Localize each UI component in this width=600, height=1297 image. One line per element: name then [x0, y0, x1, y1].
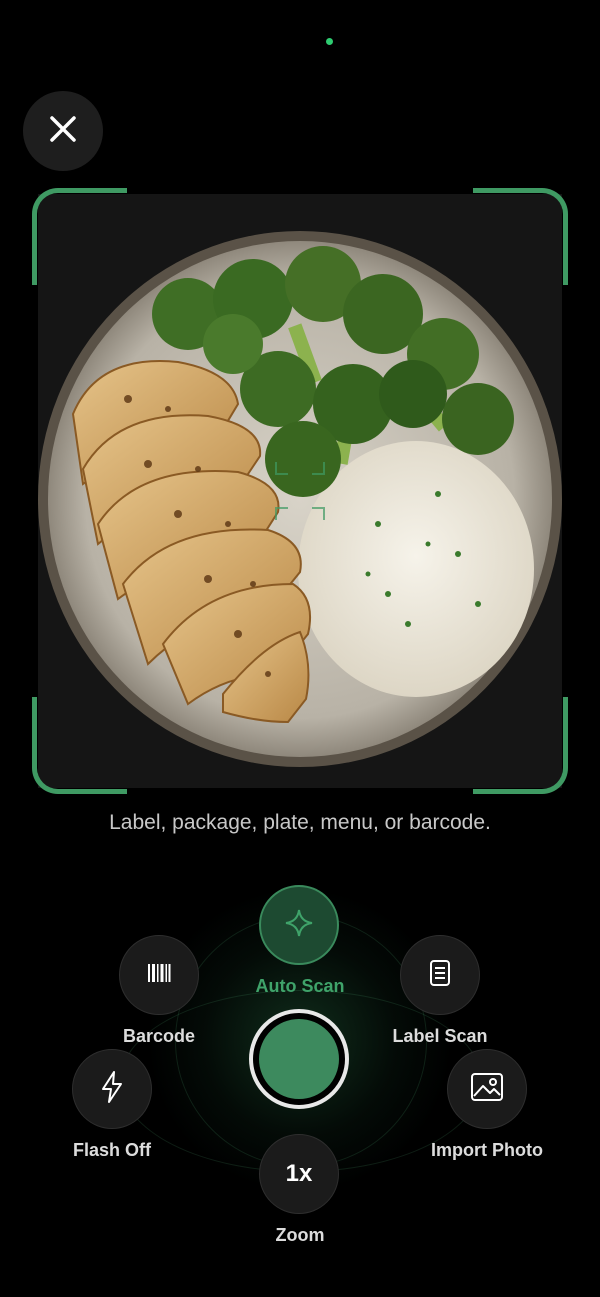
import-photo-label: Import Photo [431, 1140, 543, 1160]
lightning-icon [99, 1070, 125, 1109]
frame-corner-bottom-left [32, 697, 127, 794]
document-icon [427, 959, 453, 992]
label-scan-button[interactable] [400, 935, 480, 1015]
zoom-label: Zoom [275, 1225, 325, 1245]
frame-corner-top-right [473, 188, 568, 285]
frame-corner-bottom-right [473, 697, 568, 794]
frame-corner-top-left [32, 188, 127, 285]
status-indicator [326, 38, 333, 45]
auto-scan-label: Auto Scan [255, 976, 345, 996]
barcode-label: Barcode [122, 1026, 196, 1046]
shutter-inner [259, 1019, 339, 1099]
auto-scan-button[interactable] [259, 885, 339, 965]
flash-button[interactable] [72, 1049, 152, 1129]
label-scan-label: Label Scan [392, 1026, 488, 1046]
barcode-icon [146, 960, 172, 991]
flash-label: Flash Off [72, 1140, 152, 1160]
close-icon [48, 114, 78, 149]
shutter-button[interactable] [249, 1009, 349, 1109]
image-icon [470, 1072, 504, 1107]
import-photo-button[interactable] [447, 1049, 527, 1129]
scan-hint-text: Label, package, plate, menu, or barcode. [109, 811, 491, 834]
close-button[interactable] [23, 91, 103, 171]
camera-viewfinder[interactable] [32, 188, 568, 794]
barcode-button[interactable] [119, 935, 199, 1015]
zoom-value: 1x [285, 1160, 313, 1187]
sparkle-icon [284, 908, 314, 943]
zoom-button[interactable]: 1x [259, 1134, 339, 1214]
